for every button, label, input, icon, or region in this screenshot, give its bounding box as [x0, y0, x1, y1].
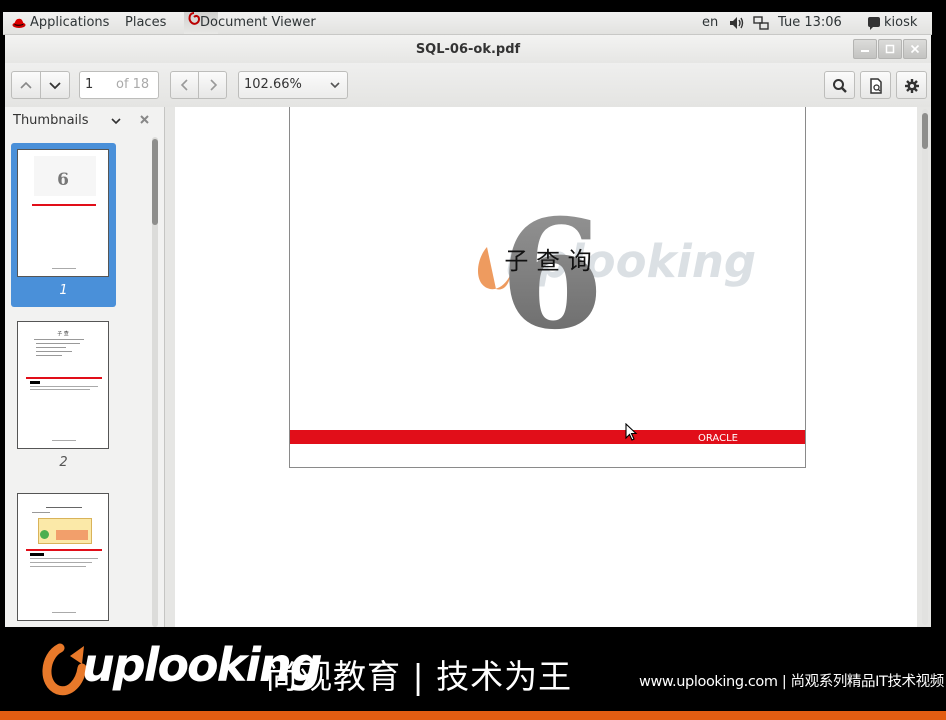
thumb-line — [36, 351, 72, 352]
thumb-block — [30, 553, 44, 556]
chapter-title: 子 查 询 — [504, 247, 591, 275]
close-sidebar-icon[interactable] — [139, 114, 150, 125]
user-menu[interactable]: kiosk — [884, 15, 917, 30]
page-thumbnail: 子 查 — [17, 321, 109, 449]
thumb-red-bar — [26, 377, 102, 379]
page-thumbnail — [17, 493, 109, 621]
page-selector[interactable]: 1 of 18 — [79, 71, 159, 99]
thumb-line — [34, 339, 84, 340]
oracle-logo: ORACLE — [698, 433, 738, 444]
banner-brand: 尚观教育 | 技术为王 — [265, 657, 573, 696]
annotations-button[interactable] — [860, 71, 891, 99]
thumbnail-label: 1 — [59, 283, 68, 298]
thumb-footer — [52, 612, 76, 613]
sidebar-header: Thumbnails — [5, 107, 164, 132]
search-button[interactable] — [824, 71, 855, 99]
document-view[interactable]: uplooking 6 子 查 询 ORACLE — [165, 107, 931, 627]
chevron-left-icon — [180, 79, 188, 91]
chevron-up-icon — [20, 81, 32, 89]
page-thumbnail: 6 — [17, 149, 109, 277]
document-canvas: uplooking 6 子 查 询 ORACLE — [175, 107, 917, 627]
dropdown-arrow-icon — [330, 82, 340, 89]
redhat-icon — [12, 18, 26, 28]
banner-stripe — [0, 711, 946, 720]
document-icon — [869, 78, 882, 94]
zoom-level: 102.66% — [244, 77, 302, 92]
thumbnail-item[interactable]: 6 1 — [11, 143, 116, 307]
zoom-selector[interactable]: 102.66% — [238, 71, 348, 99]
thumb-line — [30, 558, 98, 559]
thumbnail-label: 2 — [59, 455, 68, 470]
document-scrollbar[interactable] — [921, 109, 929, 625]
thumb-line — [30, 386, 98, 387]
thumb-diagram-box — [56, 530, 88, 540]
thumb-line — [30, 562, 92, 563]
gear-icon — [904, 79, 919, 93]
thumb-line — [36, 343, 80, 344]
thumb-line — [36, 355, 62, 356]
previous-page-button[interactable] — [11, 71, 41, 99]
window-title: SQL-06-ok.pdf — [415, 42, 521, 57]
chevron-right-icon — [209, 79, 217, 91]
user-icon — [868, 17, 880, 30]
maximize-icon — [885, 44, 895, 54]
thumb-heading: 子 查 — [57, 331, 69, 337]
top-panel: Applications Places Document Viewer en T… — [3, 12, 932, 35]
thumb-line — [30, 566, 86, 567]
screen-top-edge — [0, 0, 946, 12]
clock[interactable]: Tue 13:06 — [778, 15, 842, 30]
pdf-page: uplooking 6 子 查 询 ORACLE — [289, 107, 806, 468]
history-forward-button[interactable] — [198, 71, 227, 99]
page-graphics: uplooking 6 子 查 询 ORACLE — [290, 187, 805, 444]
uplooking-logo-icon — [42, 643, 87, 696]
minimize-icon — [861, 50, 869, 52]
search-icon — [832, 79, 847, 93]
window-titlebar[interactable]: SQL-06-ok.pdf — [5, 35, 931, 63]
maximize-button[interactable] — [878, 39, 902, 59]
places-menu[interactable]: Places — [125, 15, 166, 30]
thumbnail-item[interactable] — [11, 487, 116, 627]
sidebar-mode-label: Thumbnails — [13, 113, 89, 128]
toolbar: 1 of 18 102.66% — [5, 63, 931, 108]
thumb-footer — [52, 268, 76, 269]
window-controls — [853, 39, 927, 59]
thumbnail-list: 6 1 子 查 2 — [5, 134, 150, 627]
thumb-line — [32, 512, 50, 513]
page-number-input[interactable]: 1 — [85, 72, 93, 98]
thumb-red-bar — [26, 549, 102, 551]
close-button[interactable] — [903, 39, 927, 59]
thumb-diagram-mark — [40, 530, 49, 539]
thumb-line — [46, 507, 82, 508]
banner-site: www.uplooking.com | 尚观系列精品IT技术视频 — [639, 674, 944, 690]
chevron-down-icon[interactable] — [110, 116, 122, 126]
history-back-button[interactable] — [170, 71, 199, 99]
network-icon[interactable] — [753, 15, 769, 31]
thumbnail-item[interactable]: 子 查 2 — [11, 315, 116, 479]
document-viewer-window: SQL-06-ok.pdf 1 of 18 102.66% Thumbnails… — [5, 35, 931, 627]
settings-button[interactable] — [896, 71, 927, 99]
page-count: of 18 — [116, 77, 150, 92]
minimize-button[interactable] — [853, 39, 877, 59]
chapter-number: 6 — [500, 187, 604, 363]
thumb-footer — [52, 440, 76, 441]
sidebar-scrollbar[interactable] — [151, 137, 159, 627]
chevron-down-icon — [49, 82, 61, 90]
thumb-red-bar — [32, 204, 96, 206]
volume-icon[interactable] — [729, 16, 745, 30]
close-icon — [910, 44, 920, 54]
thumb-line — [30, 389, 90, 390]
thumb-line — [36, 347, 66, 348]
mouse-pointer-icon — [625, 423, 638, 441]
app-menu[interactable]: Document Viewer — [200, 15, 316, 30]
sidebar: Thumbnails 6 1 子 查 2 — [5, 107, 165, 627]
keyboard-layout[interactable]: en — [702, 15, 718, 30]
next-page-button[interactable] — [40, 71, 70, 99]
applications-menu[interactable]: Applications — [30, 15, 109, 30]
thumb-chapter-number: 6 — [57, 170, 69, 190]
thumb-block — [30, 381, 40, 384]
